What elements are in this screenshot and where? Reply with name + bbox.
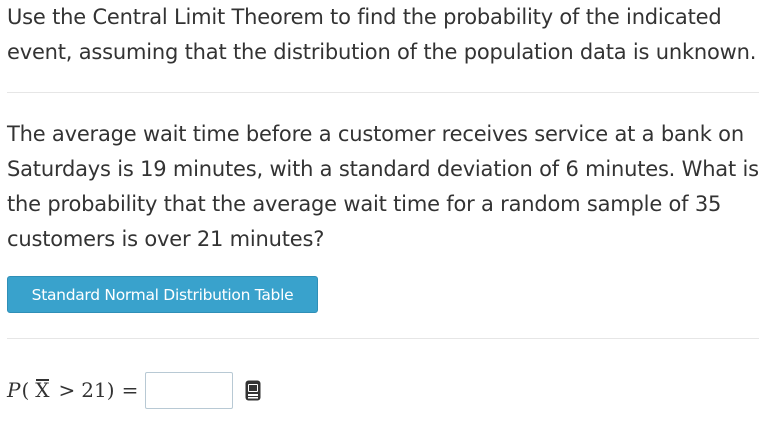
- instructions-text: Use the Central Limit Theorem to find th…: [7, 0, 759, 70]
- instructions-line-2: event, assuming that the distribution of…: [7, 40, 757, 64]
- equals-sign: =: [121, 378, 139, 402]
- question-text: The average wait time before a customer …: [7, 117, 759, 257]
- sample-mean-symbol: X: [35, 378, 50, 402]
- standard-normal-table-button-label: Standard Normal Distribution Table: [31, 285, 294, 304]
- instructions-line-1: Use the Central Limit Theorem to find th…: [7, 5, 722, 29]
- divider-top: [7, 92, 759, 93]
- question-line-4: customers is over 21 minutes?: [7, 227, 325, 251]
- probability-expression: P ( X > 21 ) =: [7, 378, 138, 402]
- keyboard-icon: [245, 380, 261, 400]
- question-line-1: The average wait time before a customer …: [7, 122, 744, 146]
- greater-than-operator: >: [58, 378, 76, 402]
- open-paren: (: [21, 378, 30, 402]
- standard-normal-table-button[interactable]: Standard Normal Distribution Table: [7, 276, 318, 313]
- answer-row: P ( X > 21 ) =: [7, 370, 262, 410]
- divider-bottom: [7, 338, 759, 339]
- threshold-value: 21: [81, 378, 107, 402]
- question-line-2: Saturdays is 19 minutes, with a standard…: [7, 157, 759, 181]
- answer-input[interactable]: [145, 371, 234, 409]
- question-line-3: the probability that the average wait ti…: [7, 192, 722, 216]
- close-paren: ): [106, 378, 115, 402]
- keyboard-button[interactable]: [244, 379, 262, 401]
- probability-symbol: P: [7, 378, 21, 402]
